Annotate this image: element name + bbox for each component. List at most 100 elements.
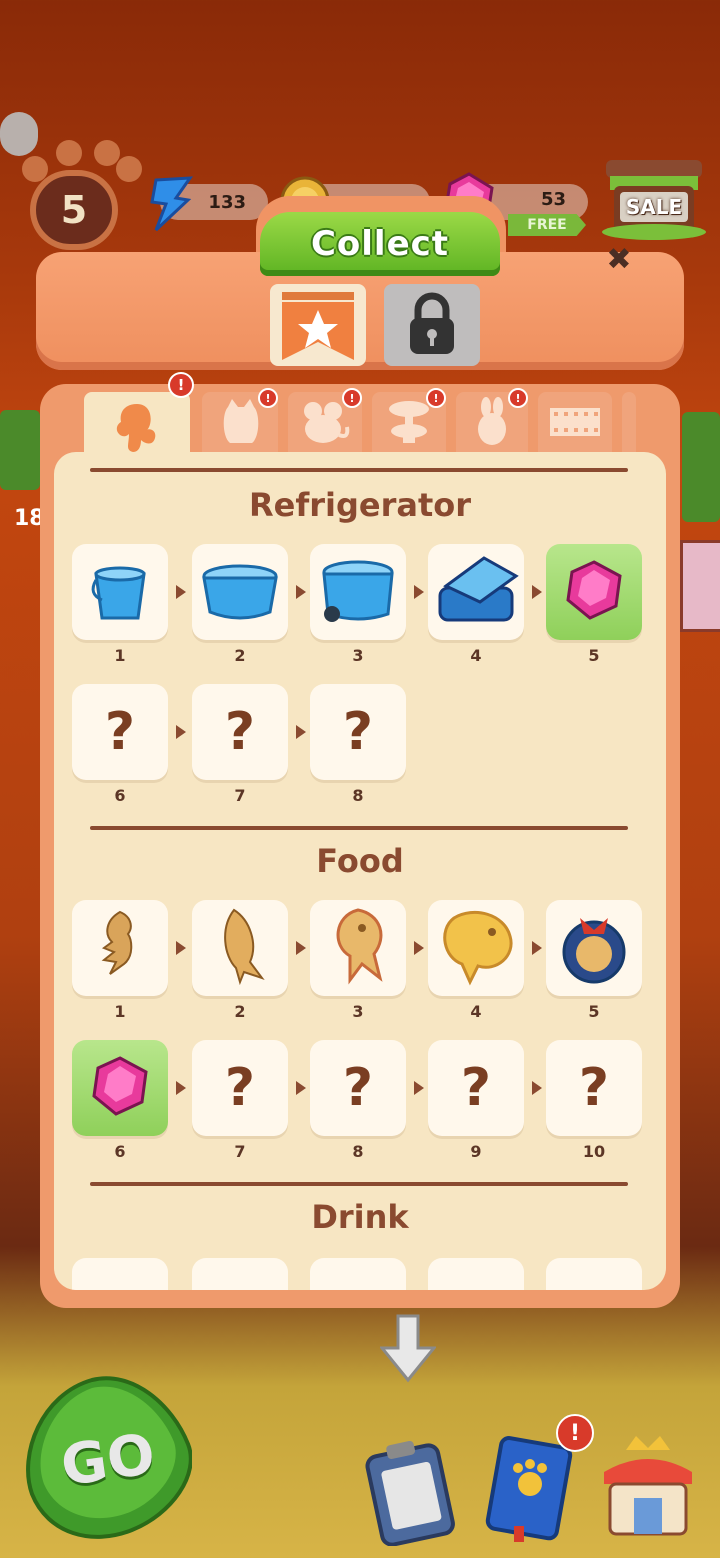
item-level-number: 10 bbox=[582, 1142, 606, 1161]
collection-item-cell[interactable] bbox=[192, 544, 288, 640]
upgrade-arrow-icon bbox=[296, 941, 306, 955]
section-title-drink: Drink bbox=[311, 1198, 409, 1236]
lock-icon bbox=[410, 292, 454, 354]
upgrade-arrow-icon bbox=[296, 585, 306, 599]
blue-lunchbox-icon bbox=[432, 552, 520, 632]
item-level-number: 2 bbox=[234, 646, 246, 665]
go-label: GO bbox=[57, 1421, 159, 1499]
upgrade-arrow-icon bbox=[414, 1081, 424, 1095]
section-title-food: Food bbox=[316, 842, 404, 880]
upgrade-arrow-icon bbox=[176, 1081, 186, 1095]
upgrade-arrow-icon bbox=[176, 725, 186, 739]
blue-pot-icon bbox=[198, 554, 282, 630]
upgrade-arrow-icon bbox=[414, 941, 424, 955]
collection-item-cell[interactable] bbox=[428, 544, 524, 640]
film-strip-icon bbox=[550, 408, 600, 436]
tab-film[interactable] bbox=[538, 392, 612, 452]
unknown-item-cell[interactable]: ? bbox=[310, 684, 406, 780]
blue-bucket-icon bbox=[84, 554, 156, 630]
book-alert-icon: ! bbox=[556, 1414, 594, 1452]
paw-toe bbox=[94, 140, 120, 166]
paw-toe bbox=[56, 140, 82, 166]
item-level-number: 2 bbox=[234, 1002, 246, 1021]
blue-cooler-icon bbox=[316, 552, 400, 632]
item-level-number: 8 bbox=[352, 786, 364, 805]
unknown-mark: ? bbox=[342, 702, 374, 762]
scenery-left bbox=[0, 410, 40, 490]
scenery-right-sign bbox=[680, 540, 720, 632]
collection-item-cell[interactable] bbox=[428, 900, 524, 996]
drink-item-cell[interactable] bbox=[192, 1258, 288, 1290]
drink-item-cell[interactable] bbox=[310, 1258, 406, 1290]
collection-item-cell[interactable] bbox=[310, 900, 406, 996]
drink-item-cell[interactable] bbox=[428, 1258, 524, 1290]
section-divider bbox=[90, 826, 628, 830]
free-tag[interactable]: FREE bbox=[508, 214, 586, 236]
drink-item-cell[interactable] bbox=[546, 1258, 642, 1290]
collection-item-cell[interactable] bbox=[310, 544, 406, 640]
item-level-number: 1 bbox=[114, 1002, 126, 1021]
unknown-item-cell[interactable]: ? bbox=[546, 1040, 642, 1136]
tab-cat-alert-icon: ! bbox=[258, 388, 278, 408]
locked-collection-button[interactable] bbox=[384, 284, 480, 366]
collection-item-cell[interactable] bbox=[72, 544, 168, 640]
collection-list[interactable]: Refrigerator 1 2 3 4 5? 6? 7? 8 Food 1 2 3 4 5 6? 7? 8… bbox=[54, 452, 666, 1290]
sale-label: SALE bbox=[625, 195, 683, 219]
gift-bag-icon bbox=[552, 904, 636, 992]
unknown-item-cell[interactable]: ? bbox=[192, 684, 288, 780]
item-level-number: 6 bbox=[114, 1142, 126, 1161]
mouse-silhouette-icon bbox=[304, 402, 350, 443]
upgrade-arrow-icon bbox=[532, 941, 542, 955]
shop-stall-icon[interactable] bbox=[596, 1432, 700, 1544]
pink-gem-icon bbox=[562, 558, 626, 626]
item-level-number: 3 bbox=[352, 646, 364, 665]
sale-shop-button[interactable]: SALE bbox=[600, 156, 708, 240]
cat-silhouette-icon bbox=[223, 399, 259, 443]
item-level-number: 7 bbox=[234, 1142, 246, 1161]
cake-stand-silhouette-icon bbox=[389, 401, 429, 443]
collection-item-cell[interactable] bbox=[546, 900, 642, 996]
unknown-item-cell[interactable]: ? bbox=[310, 1040, 406, 1136]
level-number: 5 bbox=[30, 170, 118, 250]
fish-cookie-icon bbox=[210, 906, 270, 990]
collection-item-cell[interactable] bbox=[192, 900, 288, 996]
unknown-mark: ? bbox=[578, 1058, 610, 1118]
tab-chef[interactable] bbox=[84, 392, 190, 460]
unknown-mark: ? bbox=[342, 1058, 374, 1118]
level-badge[interactable]: 5 bbox=[22, 140, 142, 250]
collection-star-button[interactable] bbox=[270, 284, 366, 366]
energy-value: 133 bbox=[208, 191, 246, 213]
unknown-item-cell[interactable]: ? bbox=[428, 1040, 524, 1136]
taiyaki-icon bbox=[322, 906, 394, 990]
go-button[interactable]: GO bbox=[22, 1374, 193, 1544]
close-button[interactable]: ✖ bbox=[602, 242, 636, 277]
scenery-right bbox=[682, 412, 720, 522]
drink-item-cell[interactable] bbox=[72, 1258, 168, 1290]
upgrade-arrow-icon bbox=[176, 585, 186, 599]
tab-rabbit-alert-icon: ! bbox=[508, 388, 528, 408]
item-level-number: 9 bbox=[470, 1142, 482, 1161]
item-level-number: 7 bbox=[234, 786, 246, 805]
item-level-number: 3 bbox=[352, 1002, 364, 1021]
item-level-number: 4 bbox=[470, 646, 482, 665]
down-arrow-icon bbox=[378, 1314, 438, 1384]
collect-title: Collect bbox=[260, 212, 500, 276]
tab-more[interactable] bbox=[622, 392, 636, 452]
bookmark-star-icon bbox=[282, 292, 354, 360]
unknown-item-cell[interactable]: ? bbox=[72, 684, 168, 780]
collection-item-cell[interactable] bbox=[72, 900, 168, 996]
unknown-item-cell[interactable]: ? bbox=[192, 1040, 288, 1136]
upgrade-arrow-icon bbox=[532, 1081, 542, 1095]
section-title-refrigerator: Refrigerator bbox=[248, 486, 472, 524]
tab-chef-alert-icon: ! bbox=[168, 372, 194, 398]
collection-item-cell[interactable] bbox=[72, 1040, 168, 1136]
paw-toe bbox=[116, 156, 142, 182]
upgrade-arrow-icon bbox=[176, 941, 186, 955]
section-divider bbox=[90, 468, 628, 472]
item-level-number: 6 bbox=[114, 786, 126, 805]
clipboard-tasks-icon[interactable] bbox=[360, 1436, 460, 1546]
collection-item-cell[interactable] bbox=[546, 544, 642, 640]
item-level-number: 1 bbox=[114, 646, 126, 665]
item-level-number: 5 bbox=[588, 1002, 600, 1021]
unknown-mark: ? bbox=[460, 1058, 492, 1118]
